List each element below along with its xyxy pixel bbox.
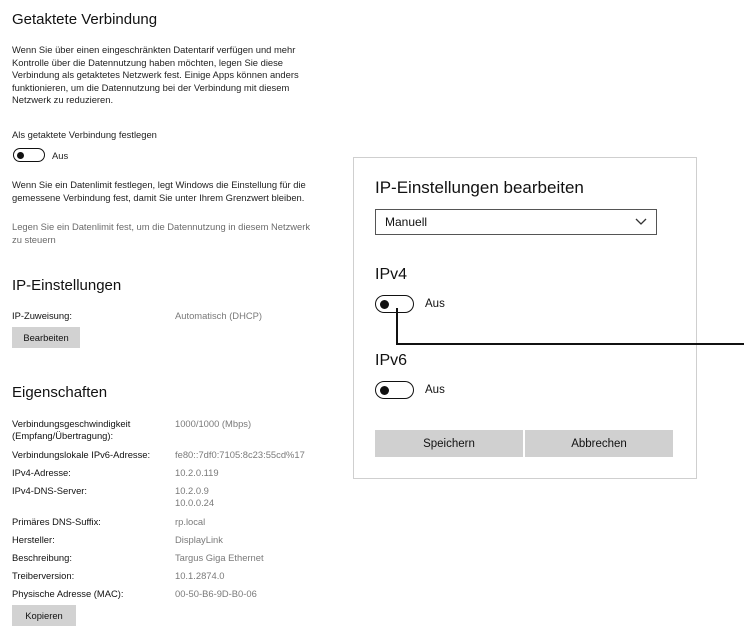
property-value: 00-50-B6-9D-B0-06: [175, 588, 257, 599]
property-label: Beschreibung:: [12, 552, 72, 563]
property-value: rp.local: [175, 516, 206, 527]
property-value: DisplayLink: [175, 534, 223, 545]
ip-assignment-label: IP-Zuweisung:: [12, 310, 72, 321]
property-value: 10.1.2874.0: [175, 570, 225, 581]
property-value: 10.2.0.9 10.0.0.24: [175, 485, 215, 509]
property-label: Treiberversion:: [12, 570, 75, 581]
ip-settings-title: IP-Einstellungen: [12, 277, 122, 294]
chevron-down-icon: [635, 218, 647, 225]
ipv4-toggle[interactable]: [375, 295, 414, 313]
property-label: IPv4-DNS-Server:: [12, 485, 88, 496]
cancel-button[interactable]: Abbrechen: [525, 430, 673, 457]
ipv6-heading: IPv6: [375, 352, 408, 369]
properties-title: Eigenschaften: [12, 384, 108, 401]
property-label: Hersteller:: [12, 534, 55, 545]
property-value: 10.2.0.119: [175, 467, 219, 478]
toggle-knob: [17, 151, 24, 159]
toggle-knob: [380, 299, 389, 309]
property-label: IPv4-Adresse:: [12, 467, 71, 478]
dialog-title: IP-Einstellungen bearbeiten: [375, 178, 584, 197]
property-value: fe80::7df0:7105:8c23:55cd%17: [175, 449, 305, 460]
metered-toggle-label: Als getaktete Verbindung festlegen: [12, 129, 157, 140]
property-value: Targus Giga Ethernet: [175, 552, 264, 563]
ip-mode-selected: Manuell: [385, 215, 428, 229]
metered-description: Wenn Sie über einen eingeschränkten Date…: [12, 44, 299, 106]
save-button[interactable]: Speichern: [375, 430, 523, 457]
metered-title: Getaktete Verbindung: [12, 11, 158, 28]
property-label: Physische Adresse (MAC):: [12, 588, 124, 599]
edit-button[interactable]: Bearbeiten: [12, 327, 80, 348]
metered-toggle-state: Aus: [52, 150, 69, 161]
ipv4-toggle-state: Aus: [425, 298, 445, 310]
property-value: 1000/1000 (Mbps): [175, 418, 252, 429]
ip-mode-select[interactable]: Manuell: [375, 209, 657, 235]
edit-ip-settings-dialog: IP-Einstellungen bearbeiten Manuell IPv4…: [353, 157, 697, 479]
ipv6-toggle-state: Aus: [425, 384, 445, 396]
ip-assignment-value: Automatisch (DHCP): [175, 310, 262, 321]
ipv4-heading: IPv4: [375, 266, 408, 283]
callout-line-vertical: [396, 308, 398, 345]
property-label: Verbindungslokale IPv6-Adresse:: [12, 449, 151, 460]
property-label: Verbindungsgeschwindigkeit (Empfang/Über…: [12, 418, 131, 442]
metered-toggle[interactable]: [13, 148, 45, 162]
data-limit-note: Wenn Sie ein Datenlimit festlegen, legt …: [12, 179, 306, 203]
copy-button[interactable]: Kopieren: [12, 605, 76, 626]
callout-line-horizontal: [396, 343, 744, 345]
ipv6-toggle[interactable]: [375, 381, 414, 399]
data-limit-link[interactable]: Legen Sie ein Datenlimit fest, um die Da…: [12, 221, 342, 246]
property-label: Primäres DNS-Suffix:: [12, 516, 101, 527]
toggle-knob: [380, 385, 389, 395]
